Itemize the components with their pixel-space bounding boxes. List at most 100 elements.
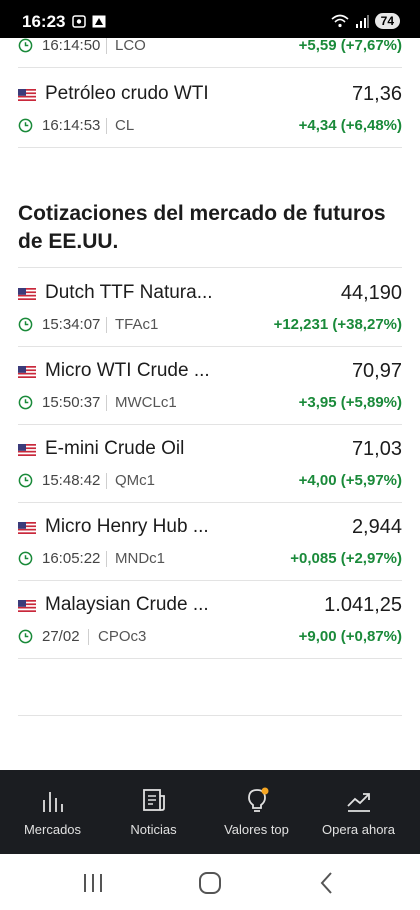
us-flag-icon: [18, 288, 36, 300]
list-item-header: Dutch TTF Natura... 44,190: [18, 279, 402, 311]
separator: [106, 317, 107, 333]
quote-price: 1.041,25: [324, 594, 402, 616]
nav-label: Valores top: [224, 822, 289, 837]
clock-icon: [18, 551, 33, 566]
quote-name: Petróleo crudo WTI: [45, 83, 209, 104]
separator: [106, 473, 107, 489]
quote-price: 71,03: [351, 438, 402, 460]
quote-name: E-mini Crude Oil: [45, 438, 185, 459]
quote-list: 16:14:50 LCO +5,59 (+7,67%) Petróleo cru…: [0, 38, 420, 770]
quote-change: +3,95 (+5,89%): [298, 394, 402, 411]
clock-icon: [18, 473, 33, 488]
quote-symbol: QMc1: [115, 472, 156, 489]
clock-icon: [18, 629, 33, 644]
quote-name: Dutch TTF Natura...: [45, 282, 213, 303]
app-notification-icon: [92, 15, 106, 28]
quote-change: +12,231 (+38,27%): [273, 316, 402, 333]
list-item[interactable]: Malaysian Crude ... 1.041,25 27/02 CPOc3…: [18, 591, 402, 659]
list-divider: [18, 715, 402, 716]
list-item-details: 16:05:22 MNDc1 +0,085 (+2,97%): [18, 549, 402, 571]
list-item[interactable]: Micro Henry Hub ... 2,944 16:05:22 MNDc1…: [18, 513, 402, 581]
status-time: 16:23: [22, 12, 66, 31]
separator: [106, 395, 107, 411]
separator: [106, 551, 107, 567]
us-flag-icon: [18, 444, 36, 456]
separator: [106, 38, 107, 54]
quote-change: +4,00 (+5,97%): [298, 472, 402, 489]
quote-symbol: CPOc3: [98, 628, 147, 645]
list-item-details: 15:48:42 QMc1 +4,00 (+5,97%): [18, 471, 402, 493]
recent-apps-icon[interactable]: [80, 870, 106, 896]
us-flag-icon: [18, 522, 36, 534]
us-flag-icon: [18, 600, 36, 612]
us-flag-icon: [18, 366, 36, 378]
quote-price: 2,944: [351, 516, 402, 538]
bar-chart-icon: [43, 792, 63, 812]
status-left-icons: [72, 15, 106, 28]
list-item-header: Micro Henry Hub ... 2,944: [18, 513, 402, 545]
quote-symbol: TFAc1: [115, 316, 159, 333]
quote-price: 71,36: [351, 83, 402, 105]
list-item[interactable]: Micro WTI Crude ... 70,97 15:50:37 MWCLc…: [18, 357, 402, 425]
battery-badge: 74: [374, 13, 400, 29]
quote-name: Malaysian Crude ...: [45, 594, 209, 615]
screenshot-icon: [72, 15, 86, 28]
quote-time: 16:05:22: [42, 550, 101, 567]
list-item-details: 15:34:07 TFAc1 +12,231 (+38,27%): [18, 315, 402, 337]
nav-label: Noticias: [130, 822, 177, 837]
quote-time: 15:34:07: [42, 316, 101, 333]
clock-icon: [18, 317, 33, 332]
list-item-details: 16:14:50 LCO +5,59 (+7,67%): [18, 38, 402, 58]
us-flag-icon: [18, 89, 36, 101]
clock-icon: [18, 395, 33, 410]
quote-time: 27/02: [42, 628, 80, 645]
clock-icon: [18, 38, 33, 53]
quote-change: +0,085 (+2,97%): [290, 550, 402, 567]
nav-item-news[interactable]: Noticias: [101, 770, 206, 854]
quote-price: 70,97: [351, 360, 402, 382]
back-icon[interactable]: [314, 870, 340, 896]
nav-item-markets[interactable]: Mercados: [0, 770, 105, 854]
nav-item-top[interactable]: Valores top: [204, 770, 309, 854]
list-item-header: Petróleo crudo WTI 71,36: [18, 80, 402, 112]
home-icon[interactable]: [197, 870, 223, 896]
section-title: Cotizaciones del mercado de futuros de E…: [18, 202, 386, 253]
list-item-details: 15:50:37 MWCLc1 +3,95 (+5,89%): [18, 393, 402, 415]
section-divider: [18, 267, 402, 268]
separator: [106, 118, 107, 134]
quote-symbol: CL: [115, 117, 135, 134]
lightbulb-icon: [248, 787, 269, 812]
status-right: 74: [331, 13, 400, 29]
bottom-nav: Mercados Noticias Valores top Opera ahor…: [0, 770, 420, 854]
quote-symbol: LCO: [115, 38, 146, 54]
nav-item-trade[interactable]: Opera ahora: [306, 770, 411, 854]
list-item[interactable]: E-mini Crude Oil 71,03 15:48:42 QMc1 +4,…: [18, 435, 402, 503]
quote-time: 16:14:53: [42, 117, 101, 134]
nav-label: Opera ahora: [322, 822, 395, 837]
list-item-details: 27/02 CPOc3 +9,00 (+0,87%): [18, 627, 402, 649]
quote-change: +9,00 (+0,87%): [298, 628, 402, 645]
quote-time: 15:50:37: [42, 394, 101, 411]
list-item-header: E-mini Crude Oil 71,03: [18, 435, 402, 467]
status-bar: 16:23 74: [0, 0, 420, 38]
system-nav-bar: [0, 854, 420, 910]
quote-symbol: MWCLc1: [115, 394, 177, 411]
quote-time: 15:48:42: [42, 472, 101, 489]
separator: [88, 629, 89, 645]
nav-label: Mercados: [23, 822, 82, 837]
quote-name: Micro Henry Hub ...: [45, 516, 209, 537]
quote-symbol: MNDc1: [115, 550, 166, 567]
quote-time: 16:14:50: [42, 38, 101, 54]
quote-change: +5,59 (+7,67%): [298, 38, 402, 54]
list-item[interactable]: Petróleo crudo WTI 71,36 16:14:53 CL +4,…: [18, 80, 402, 148]
wifi-icon: [331, 14, 349, 28]
clock-icon: [18, 118, 33, 133]
list-item[interactable]: 16:14:50 LCO +5,59 (+7,67%): [18, 38, 402, 68]
list-item[interactable]: Dutch TTF Natura... 44,190 15:34:07 TFAc…: [18, 279, 402, 347]
quote-name: Micro WTI Crude ...: [45, 360, 210, 381]
newspaper-icon: [143, 789, 165, 811]
quote-price: 44,190: [340, 282, 402, 304]
quote-change: +4,34 (+6,48%): [298, 117, 402, 134]
list-item-header: Malaysian Crude ... 1.041,25: [18, 591, 402, 623]
list-item-header: Micro WTI Crude ... 70,97: [18, 357, 402, 389]
